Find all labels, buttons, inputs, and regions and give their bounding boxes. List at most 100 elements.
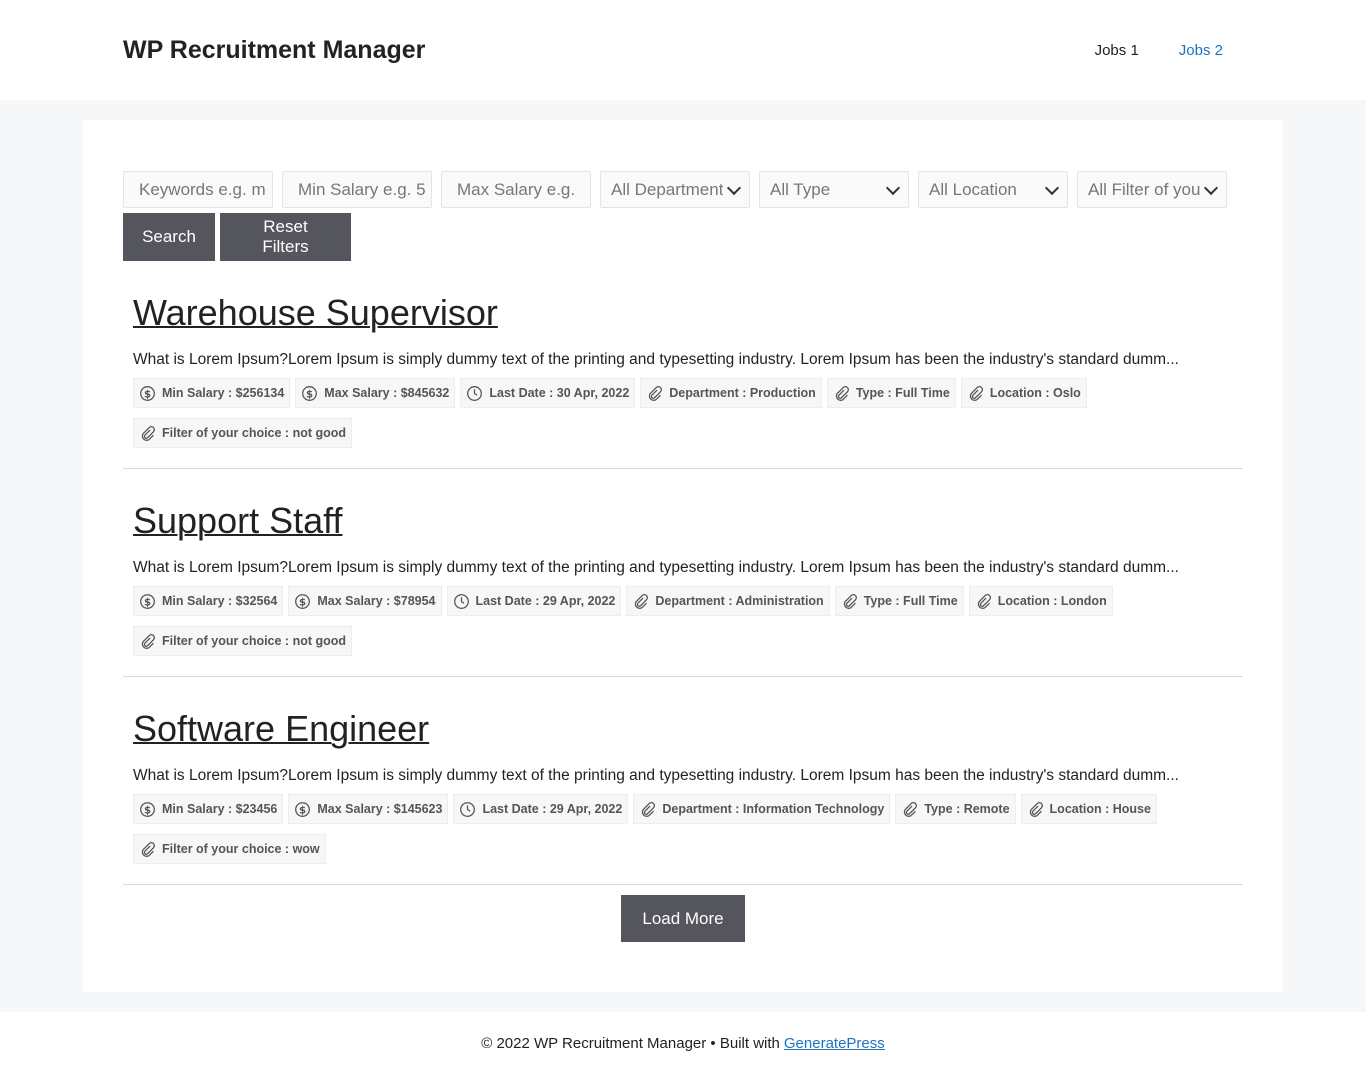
type-tag: Type : Full Time — [834, 586, 964, 616]
max-salary-tag: $ Max Salary : $78954 — [288, 586, 442, 616]
max-salary-input[interactable]: Max Salary e.g. — [441, 171, 591, 208]
department-select[interactable]: All Department — [600, 171, 750, 208]
custom-filter-tag: Filter of your choice : not good — [133, 626, 353, 656]
type-tag: Type : Full Time — [826, 378, 956, 408]
location-select-value: All Location — [929, 179, 1017, 199]
paperclip-icon — [635, 593, 649, 609]
clock-icon — [467, 385, 483, 401]
svg-text:$: $ — [144, 805, 151, 816]
site-footer: © 2022 WP Recruitment Manager • Built wi… — [0, 1012, 1366, 1075]
paperclip-icon — [904, 801, 918, 817]
paperclip-icon — [843, 593, 857, 609]
keywords-input[interactable]: Keywords e.g. m — [123, 171, 273, 208]
paperclip-icon — [977, 593, 991, 609]
min-salary-text: Min Salary : $32564 — [162, 594, 278, 608]
custom-filter-tag: Filter of your choice : wow — [133, 834, 326, 864]
job-description: What is Lorem Ipsum?Lorem Ipsum is simpl… — [133, 351, 1179, 368]
paperclip-icon — [642, 801, 656, 817]
last-date-text: Last Date : 29 Apr, 2022 — [482, 802, 623, 816]
job-meta-tags: $ Min Salary : $23456 $ Max Salary : $14… — [133, 794, 1233, 864]
svg-text:$: $ — [144, 389, 151, 400]
custom-filter-text: Filter of your choice : not good — [162, 426, 347, 440]
type-text: Type : Full Time — [863, 594, 958, 608]
paperclip-icon — [141, 633, 155, 649]
department-text: Department : Information Technology — [662, 802, 885, 816]
type-select[interactable]: All Type — [759, 171, 909, 208]
min-salary-tag: $ Min Salary : $32564 — [133, 586, 284, 616]
last-date-tag: Last Date : 30 Apr, 2022 — [460, 378, 636, 408]
job-meta-tags: $ Min Salary : $32564 $ Max Salary : $78… — [133, 586, 1233, 656]
dollar-circle-icon: $ — [295, 593, 311, 609]
site-header: WP Recruitment Manager Jobs 1 Jobs 2 — [0, 0, 1366, 100]
main-content: Keywords e.g. m Min Salary e.g. 5 Max Sa… — [83, 120, 1283, 992]
search-button[interactable]: Search — [123, 213, 215, 261]
chevron-down-icon — [885, 180, 901, 195]
paperclip-icon — [141, 425, 155, 441]
main-nav: Jobs 1 Jobs 2 — [1095, 42, 1223, 59]
min-salary-text: Min Salary : $256134 — [162, 386, 285, 400]
max-salary-text: Max Salary : $845632 — [324, 386, 450, 400]
svg-text:$: $ — [144, 597, 151, 608]
max-salary-tag: $ Max Salary : $845632 — [295, 378, 456, 408]
department-select-value: All Department — [611, 179, 723, 199]
paperclip-icon — [649, 385, 663, 401]
load-more-button[interactable]: Load More — [621, 895, 745, 942]
dollar-circle-icon: $ — [140, 593, 155, 609]
job-meta-tags: $ Min Salary : $256134 $ Max Salary : $8… — [133, 378, 1233, 448]
min-salary-text: Min Salary : $23456 — [162, 802, 278, 816]
nav-item-jobs-1[interactable]: Jobs 1 — [1095, 42, 1139, 59]
max-salary-tag: $ Max Salary : $145623 — [288, 794, 449, 824]
chevron-down-icon — [1044, 180, 1060, 195]
location-text: Location : House — [1049, 802, 1151, 816]
custom-filter-text: Filter of your choice : wow — [162, 842, 320, 856]
paperclip-icon — [1029, 801, 1043, 817]
nav-item-jobs-2[interactable]: Jobs 2 — [1179, 42, 1223, 59]
paperclip-icon — [969, 385, 983, 401]
min-salary-tag: $ Min Salary : $256134 — [133, 378, 291, 408]
chevron-down-icon — [726, 180, 742, 195]
custom-filter-select[interactable]: All Filter of your — [1077, 171, 1227, 208]
paperclip-icon — [835, 385, 849, 401]
custom-filter-text: Filter of your choice : not good — [162, 634, 347, 648]
job-title-link[interactable]: Support Staff — [133, 499, 1233, 543]
footer-text: © 2022 WP Recruitment Manager • Built wi… — [481, 1035, 780, 1052]
min-salary-input[interactable]: Min Salary e.g. 5 — [282, 171, 432, 208]
job-listing: Software Engineer What is Lorem Ipsum?Lo… — [123, 677, 1243, 885]
footer-link-generatepress[interactable]: GeneratePress — [784, 1035, 885, 1052]
location-select[interactable]: All Location — [918, 171, 1068, 208]
last-date-tag: Last Date : 29 Apr, 2022 — [453, 794, 629, 824]
department-tag: Department : Administration — [626, 586, 830, 616]
job-description: What is Lorem Ipsum?Lorem Ipsum is simpl… — [133, 559, 1179, 576]
dollar-circle-icon: $ — [295, 801, 311, 817]
custom-filter-tag: Filter of your choice : not good — [133, 418, 353, 448]
type-text: Type : Remote — [924, 802, 1010, 816]
type-text: Type : Full Time — [855, 386, 950, 400]
department-text: Department : Production — [669, 386, 816, 400]
filter-buttons: Search Reset Filters — [123, 213, 1243, 261]
custom-filter-select-value: All Filter of your — [1088, 179, 1200, 199]
type-select-value: All Type — [770, 179, 831, 199]
svg-text:$: $ — [306, 389, 313, 400]
department-text: Department : Administration — [655, 594, 824, 608]
last-date-tag: Last Date : 29 Apr, 2022 — [446, 586, 622, 616]
min-salary-tag: $ Min Salary : $23456 — [133, 794, 284, 824]
chevron-down-icon — [1203, 180, 1219, 195]
max-salary-text: Max Salary : $78954 — [317, 594, 436, 608]
location-text: Location : Oslo — [989, 386, 1081, 400]
job-description: What is Lorem Ipsum?Lorem Ipsum is simpl… — [133, 767, 1179, 784]
site-title[interactable]: WP Recruitment Manager — [123, 36, 425, 65]
job-title-link[interactable]: Warehouse Supervisor — [133, 291, 1233, 335]
location-tag: Location : House — [1020, 794, 1157, 824]
max-salary-text: Max Salary : $145623 — [317, 802, 443, 816]
location-tag: Location : London — [968, 586, 1113, 616]
location-text: Location : London — [997, 594, 1107, 608]
type-tag: Type : Remote — [895, 794, 1016, 824]
department-tag: Department : Production — [640, 378, 822, 408]
dollar-circle-icon: $ — [140, 385, 155, 401]
location-tag: Location : Oslo — [960, 378, 1087, 408]
reset-filters-button[interactable]: Reset Filters — [220, 213, 351, 261]
svg-text:$: $ — [299, 805, 306, 816]
paperclip-icon — [141, 841, 155, 857]
job-listing: Support Staff What is Lorem Ipsum?Lorem … — [123, 469, 1243, 677]
job-title-link[interactable]: Software Engineer — [133, 707, 1233, 751]
